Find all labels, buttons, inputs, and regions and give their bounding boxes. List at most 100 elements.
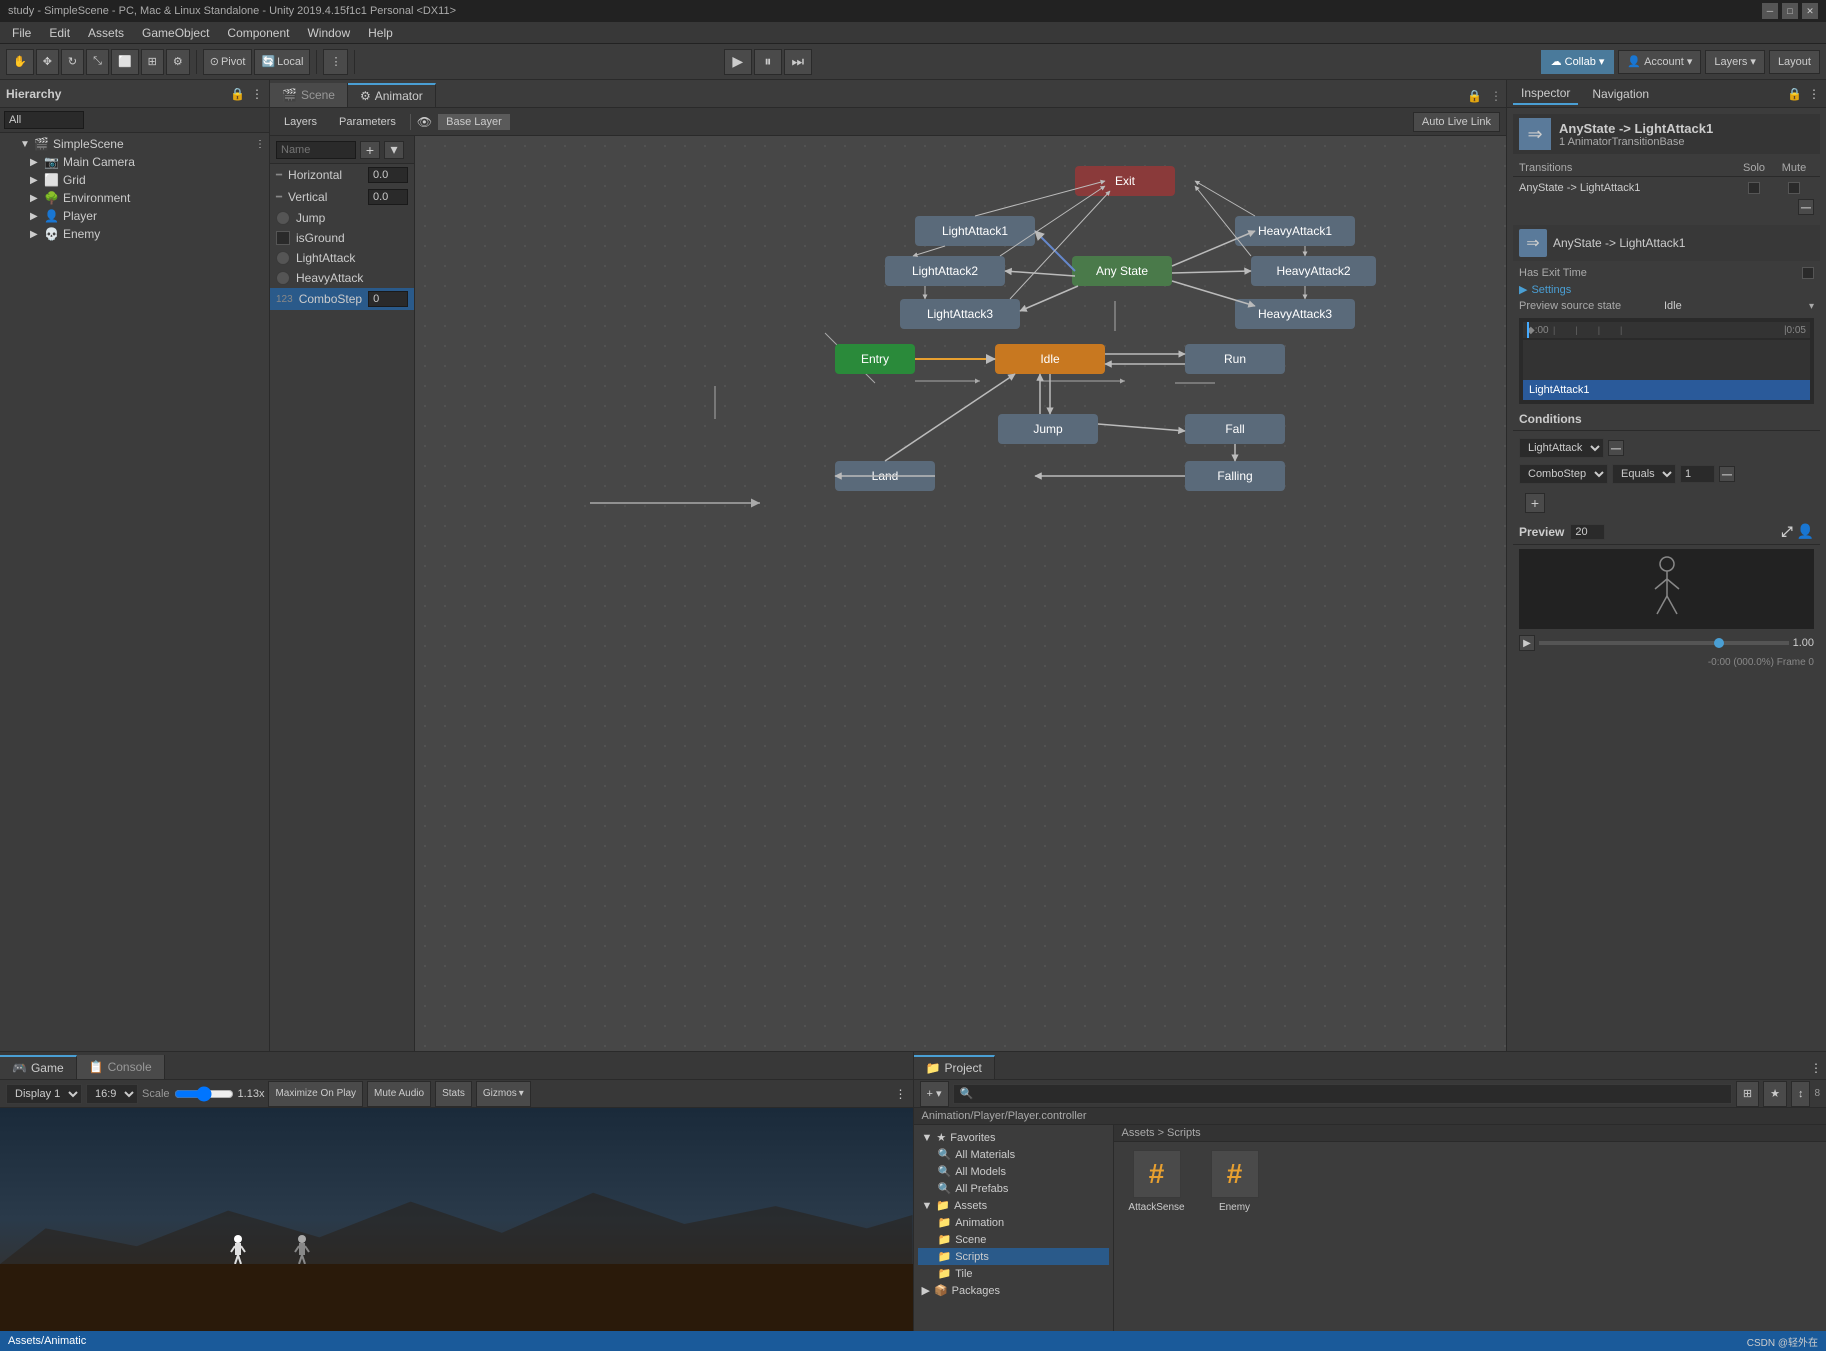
- close-btn[interactable]: ✕: [1802, 3, 1818, 19]
- auto-live-btn[interactable]: Auto Live Link: [1413, 112, 1500, 132]
- scale-tool[interactable]: ⤡: [86, 49, 109, 75]
- state-exit[interactable]: Exit: [1075, 166, 1175, 196]
- animator-canvas[interactable]: Exit LightAttack1 HeavyAttack1 LightAtta…: [415, 136, 1506, 1051]
- param-horizontal-value[interactable]: [368, 167, 408, 183]
- hierarchy-menu[interactable]: ⋮: [251, 87, 263, 101]
- animation-folder[interactable]: 📁 Animation: [918, 1214, 1109, 1231]
- collab-btn[interactable]: ☁ Collab ▾: [1541, 50, 1615, 74]
- gizmos-btn[interactable]: Gizmos▾: [476, 1081, 531, 1107]
- layout-btn[interactable]: Layout: [1769, 50, 1820, 74]
- three-dots[interactable]: ⋮: [895, 1087, 907, 1101]
- favorites-folder[interactable]: ▼ ★ Favorites: [918, 1129, 1109, 1146]
- param-horizontal[interactable]: ━ Horizontal: [270, 164, 414, 186]
- file-attacksense[interactable]: # AttackSense: [1122, 1150, 1192, 1213]
- insp-lock[interactable]: 🔒: [1787, 87, 1802, 101]
- param-jump[interactable]: Jump: [270, 208, 414, 228]
- assets-folder[interactable]: ▼ 📁 Assets: [918, 1197, 1109, 1214]
- view-btn[interactable]: ⊞: [1736, 1081, 1759, 1107]
- file-enemy[interactable]: # Enemy: [1200, 1150, 1270, 1213]
- param-isground[interactable]: isGround: [270, 228, 414, 248]
- scale-slider[interactable]: [174, 1087, 234, 1101]
- inspector-tab[interactable]: Inspector: [1513, 83, 1578, 105]
- animator-tab[interactable]: ⚙ Animator: [348, 83, 436, 107]
- game-tab[interactable]: 🎮 Game: [0, 1055, 77, 1079]
- state-anystate[interactable]: Any State: [1072, 256, 1172, 286]
- account-btn[interactable]: 👤 Account ▾: [1618, 50, 1701, 74]
- state-fall[interactable]: Fall: [1185, 414, 1285, 444]
- param-combostep-value[interactable]: [368, 291, 408, 307]
- param-vertical[interactable]: ━ Vertical: [270, 186, 414, 208]
- param-heavyattack[interactable]: HeavyAttack: [270, 268, 414, 288]
- state-entry[interactable]: Entry: [835, 344, 915, 374]
- move-tool[interactable]: ✥: [36, 49, 59, 75]
- hier-item-grid[interactable]: ▶ ⬜ Grid: [0, 171, 269, 189]
- menu-edit[interactable]: Edit: [41, 24, 78, 42]
- pause-btn[interactable]: ⏸: [754, 49, 782, 75]
- hand-tool[interactable]: ✋: [6, 49, 34, 75]
- preview-icon-1[interactable]: ⤢: [1781, 523, 1792, 540]
- settings-collapsible[interactable]: ▶ Settings: [1513, 281, 1820, 298]
- hier-item-enemy[interactable]: ▶ 💀 Enemy: [0, 225, 269, 243]
- scene-tab[interactable]: 🎬 Scene: [270, 83, 348, 107]
- transform-tool[interactable]: ⊞: [141, 49, 164, 75]
- params-add-btn[interactable]: +: [360, 141, 380, 159]
- mute-btn[interactable]: Mute Audio: [367, 1081, 431, 1107]
- rect-tool[interactable]: ⬜: [111, 49, 139, 75]
- rotate-tool[interactable]: ↻: [61, 49, 84, 75]
- state-run[interactable]: Run: [1185, 344, 1285, 374]
- state-lightattack2[interactable]: LightAttack2: [885, 256, 1005, 286]
- display-select[interactable]: Display 1: [6, 1084, 82, 1104]
- fav-btn[interactable]: ★: [1763, 1081, 1787, 1107]
- hier-item-maincamera[interactable]: ▶ 📷 Main Camera: [0, 153, 269, 171]
- params-search[interactable]: [276, 141, 356, 159]
- has-exit-time-check[interactable]: [1802, 267, 1814, 279]
- snap-btn[interactable]: ⋮: [323, 49, 348, 75]
- hierarchy-search[interactable]: [4, 111, 84, 129]
- scene-folder[interactable]: 📁 Scene: [918, 1231, 1109, 1248]
- param-lightattack[interactable]: LightAttack: [270, 248, 414, 268]
- menu-component[interactable]: Component: [219, 24, 297, 42]
- sort-btn[interactable]: ↕: [1791, 1081, 1811, 1107]
- aspect-select[interactable]: 16:9: [86, 1084, 138, 1104]
- menu-help[interactable]: Help: [360, 24, 401, 42]
- params-dropdown-btn[interactable]: ▾: [384, 141, 404, 159]
- layers-btn[interactable]: Layers ▾: [1705, 50, 1765, 74]
- trans-mute-check[interactable]: [1774, 182, 1814, 194]
- add-condition-btn[interactable]: +: [1525, 493, 1545, 513]
- pivot-btn[interactable]: ⊙ Pivot: [203, 49, 253, 75]
- trans-row-1[interactable]: AnyState -> LightAttack1: [1513, 179, 1820, 197]
- project-search[interactable]: [953, 1084, 1732, 1104]
- state-lightattack3[interactable]: LightAttack3: [900, 299, 1020, 329]
- stats-btn[interactable]: Stats: [435, 1081, 472, 1107]
- state-jump[interactable]: Jump: [998, 414, 1098, 444]
- create-btn[interactable]: + ▾: [920, 1081, 949, 1107]
- packages-folder[interactable]: ▶ 📦 Packages: [918, 1282, 1109, 1299]
- prev-progress[interactable]: [1539, 641, 1789, 645]
- state-land[interactable]: Land: [835, 461, 935, 491]
- maximize-btn[interactable]: □: [1782, 3, 1798, 19]
- minimize-btn[interactable]: ─: [1762, 3, 1778, 19]
- scripts-folder[interactable]: 📁 Scripts: [918, 1248, 1109, 1265]
- custom-tool[interactable]: ⚙: [166, 49, 190, 75]
- hier-item-environment[interactable]: ▶ 🌳 Environment: [0, 189, 269, 207]
- step-btn[interactable]: ⏭: [784, 49, 812, 75]
- jump-toggle[interactable]: [276, 211, 290, 225]
- panel-lock[interactable]: 🔒: [1463, 85, 1486, 107]
- state-heavyattack1[interactable]: HeavyAttack1: [1235, 216, 1355, 246]
- all-models-item[interactable]: 🔍 All Models: [918, 1163, 1109, 1180]
- state-falling[interactable]: Falling: [1185, 461, 1285, 491]
- hier-options[interactable]: ⋮: [255, 139, 265, 150]
- hier-item-simplescene[interactable]: ▼ 🎬 SimpleScene ⋮: [0, 135, 269, 153]
- menu-assets[interactable]: Assets: [80, 24, 132, 42]
- menu-window[interactable]: Window: [299, 24, 358, 42]
- panel-menu[interactable]: ⋮: [1486, 85, 1506, 107]
- navigation-tab[interactable]: Navigation: [1584, 84, 1657, 104]
- cond2-op-select[interactable]: Equals: [1612, 464, 1676, 484]
- state-heavyattack3[interactable]: HeavyAttack3: [1235, 299, 1355, 329]
- hierarchy-lock[interactable]: 🔒: [230, 87, 245, 101]
- cond1-remove[interactable]: ─: [1608, 440, 1624, 456]
- menu-gameobject[interactable]: GameObject: [134, 24, 217, 42]
- lightattack-toggle[interactable]: [276, 251, 290, 265]
- hier-item-player[interactable]: ▶ 👤 Player: [0, 207, 269, 225]
- cond1-select[interactable]: LightAttack: [1519, 438, 1604, 458]
